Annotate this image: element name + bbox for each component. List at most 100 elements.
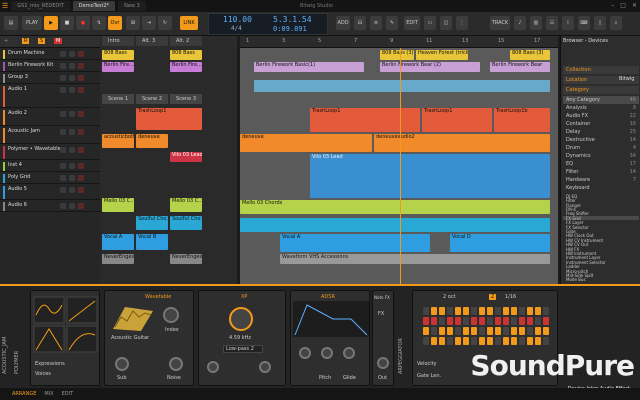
stop-button[interactable]: ■ xyxy=(60,16,74,30)
wavetable-visual[interactable] xyxy=(111,303,155,333)
expressions-label[interactable]: Expressions xyxy=(35,361,65,367)
category-item[interactable]: Audio FX 22 xyxy=(563,112,639,120)
punch-icon[interactable]: ⇥ xyxy=(142,16,156,30)
layout-icon[interactable]: ▥ xyxy=(530,16,542,30)
arp-step-cell[interactable] xyxy=(447,317,453,325)
arp-steps-badge[interactable]: 2 xyxy=(489,294,497,300)
attack-knob[interactable] xyxy=(299,347,311,359)
release-knob[interactable] xyxy=(343,347,355,359)
arp-step-cell[interactable] xyxy=(495,307,501,315)
track-row[interactable]: Berlin Firework Kit xyxy=(0,60,100,72)
arp-step-cell[interactable] xyxy=(503,317,509,325)
filter-type-select[interactable]: Low-pass 2 xyxy=(223,345,263,353)
fx-button[interactable]: FX xyxy=(378,311,384,317)
xp-label[interactable]: XP xyxy=(241,294,247,300)
clip-berlin-2[interactable]: Berlin Fire... xyxy=(170,62,202,72)
arp-step-cell[interactable] xyxy=(471,307,477,315)
mute-button[interactable] xyxy=(60,51,66,57)
arr-clip-berlin-2[interactable]: Berlin Firework Bear (2) xyxy=(380,62,480,72)
solo-all-button[interactable]: R xyxy=(22,38,30,44)
scene-alt3[interactable]: Alt. 3 xyxy=(136,36,168,46)
solo-button[interactable] xyxy=(69,187,75,193)
out-knob[interactable] xyxy=(377,357,389,369)
mute-button[interactable] xyxy=(60,203,66,209)
clip-vilo-lead[interactable]: Vilo 03 Lead xyxy=(170,152,202,162)
arp-step-cell[interactable] xyxy=(519,327,525,335)
wavetable-title[interactable]: Wavetable xyxy=(145,294,171,300)
filter-res-knob[interactable] xyxy=(259,361,271,373)
voices-label[interactable]: Voices xyxy=(35,371,51,377)
arp-step-cell[interactable] xyxy=(463,317,469,325)
arp-step-cell[interactable] xyxy=(439,327,445,335)
solo-button[interactable] xyxy=(69,147,75,153)
arp-step-cell[interactable] xyxy=(431,337,437,345)
arrange-view-icon[interactable]: ▤ xyxy=(4,16,18,30)
menu-icon[interactable]: ☰ xyxy=(2,2,8,10)
panel-icon[interactable]: ▭ xyxy=(424,16,436,30)
solo-button[interactable] xyxy=(69,203,75,209)
mute-button[interactable] xyxy=(60,129,66,135)
arp-step-cell[interactable] xyxy=(487,327,493,335)
index-knob[interactable] xyxy=(163,307,179,323)
edit-tab[interactable]: EDIT xyxy=(62,391,74,397)
clip-launcher-icon[interactable]: ⊞ xyxy=(126,16,140,30)
arp-step-cell[interactable] xyxy=(479,327,485,335)
arp-step-cell[interactable] xyxy=(487,307,493,315)
pencil-icon[interactable]: ✎ xyxy=(386,16,398,30)
arm-all-button[interactable]: S xyxy=(38,38,46,44)
arp-step-cell[interactable] xyxy=(535,337,541,345)
mute-button[interactable] xyxy=(60,175,66,181)
device-item[interactable]: Mode Bus xyxy=(563,277,639,282)
category-item[interactable]: Dynamics 34 xyxy=(563,152,639,160)
list-icon[interactable]: ≡ xyxy=(370,16,382,30)
arp-step-cell[interactable] xyxy=(511,317,517,325)
scene-1[interactable]: Scene 1 xyxy=(102,94,134,104)
play-button[interactable]: ▶ xyxy=(44,16,58,30)
arr-clip-trash-3[interactable]: TrashLoop1b xyxy=(494,108,550,132)
clip-acoustic[interactable]: acousticbottl xyxy=(102,134,134,148)
arp-step-cell[interactable] xyxy=(487,317,493,325)
note-icon[interactable]: ♪ xyxy=(514,16,526,30)
arp-step-cell[interactable] xyxy=(511,307,517,315)
arp-step-cell[interactable] xyxy=(495,337,501,345)
info-icon[interactable]: i xyxy=(562,16,574,30)
mute-button[interactable] xyxy=(60,163,66,169)
solo-button[interactable] xyxy=(69,51,75,57)
arp-step-cell[interactable] xyxy=(423,307,429,315)
arr-group-lane[interactable] xyxy=(254,80,550,92)
record-button[interactable]: ● xyxy=(76,16,90,30)
arp-step-cell[interactable] xyxy=(487,337,493,345)
overdub-button[interactable]: Ovr xyxy=(108,16,122,30)
arp-step-cell[interactable] xyxy=(511,327,517,335)
clip-neverenges-2[interactable]: NeverEnges xyxy=(170,254,202,264)
arp-step-cell[interactable] xyxy=(543,317,549,325)
category-item[interactable]: EQ 17 xyxy=(563,160,639,168)
arp-step-cell[interactable] xyxy=(527,337,533,345)
solo-button[interactable] xyxy=(69,87,75,93)
link-button[interactable]: LINK xyxy=(180,16,198,30)
search-icon[interactable]: ⌕ xyxy=(610,16,622,30)
maximize-icon[interactable]: □ xyxy=(620,2,626,9)
arp-step-cell[interactable] xyxy=(503,307,509,315)
track-name[interactable]: Berlin Firework Kit xyxy=(8,62,53,68)
browser-section-category[interactable]: Category xyxy=(563,86,639,94)
arp-step-cell[interactable] xyxy=(423,317,429,325)
track-name[interactable]: Audio 1 xyxy=(8,86,27,92)
arp-step-cell[interactable] xyxy=(455,307,461,315)
track-name[interactable]: Audio 2 xyxy=(8,110,27,116)
track-row[interactable]: Drum Machine xyxy=(0,48,100,60)
clip-mello-2[interactable]: Mello 03 C... xyxy=(170,198,202,212)
arp-step-cell[interactable] xyxy=(535,327,541,335)
close-icon[interactable]: ✕ xyxy=(632,2,637,9)
tab-project-2[interactable]: DemoTest2* xyxy=(72,1,116,11)
track-name[interactable]: Inst 4 xyxy=(8,162,22,168)
track-name[interactable]: Polymer • Wavetable xyxy=(8,146,61,152)
signature-display[interactable]: 4/4 xyxy=(231,25,242,32)
mute-button[interactable] xyxy=(60,63,66,69)
loop-icon[interactable]: ↻ xyxy=(158,16,172,30)
arr-clip-vocal-a[interactable]: Vocal A xyxy=(280,234,430,252)
track-row[interactable]: Audio 6 xyxy=(0,200,100,212)
scene-intro[interactable]: Intro xyxy=(102,36,134,46)
clip-808-2[interactable]: 808 Bass xyxy=(170,50,202,60)
scene-2[interactable]: Scene 2 xyxy=(136,94,168,104)
